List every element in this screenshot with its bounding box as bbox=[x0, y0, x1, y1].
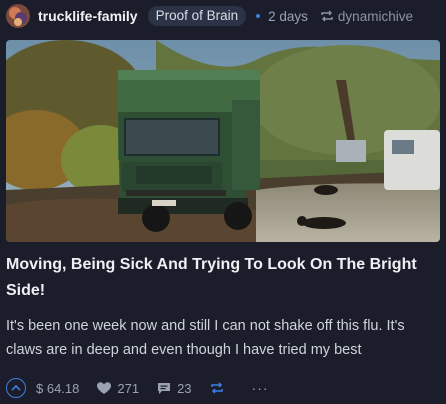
post-age[interactable]: 2 days bbox=[268, 9, 308, 24]
more-options-button[interactable]: ··· bbox=[252, 380, 269, 396]
reblog-icon bbox=[210, 382, 223, 394]
community-badge[interactable]: Proof of Brain bbox=[147, 6, 247, 26]
post-footer: $ 64.18 271 23 ··· bbox=[6, 376, 440, 400]
comments-value: 23 bbox=[177, 380, 192, 396]
post-card[interactable]: trucklife-family Proof of Brain 2 days d… bbox=[0, 0, 446, 404]
comment-icon bbox=[158, 382, 171, 394]
post-header: trucklife-family Proof of Brain 2 days d… bbox=[6, 4, 444, 28]
separator-dot bbox=[256, 14, 261, 18]
reblogger-name: dynamichive bbox=[337, 8, 413, 24]
reblog-button[interactable] bbox=[210, 382, 230, 394]
upvote-icon bbox=[11, 384, 21, 391]
comments-count[interactable]: 23 bbox=[157, 380, 192, 396]
reblogged-by[interactable]: dynamichive bbox=[320, 9, 413, 24]
votes-value: 271 bbox=[117, 380, 140, 396]
post-title[interactable]: Moving, Being Sick And Trying To Look On… bbox=[6, 252, 440, 304]
heart-icon bbox=[97, 381, 112, 394]
upvote-button[interactable] bbox=[6, 378, 26, 398]
post-thumbnail[interactable] bbox=[6, 40, 440, 242]
post-excerpt[interactable]: It's been one week now and still I can n… bbox=[6, 314, 442, 362]
votes-count[interactable]: 271 bbox=[97, 381, 139, 396]
reblog-icon bbox=[321, 10, 333, 22]
author-avatar[interactable] bbox=[6, 4, 30, 28]
author-name[interactable]: trucklife-family bbox=[38, 8, 138, 24]
payout-value[interactable]: $ 64.18 bbox=[36, 381, 79, 396]
